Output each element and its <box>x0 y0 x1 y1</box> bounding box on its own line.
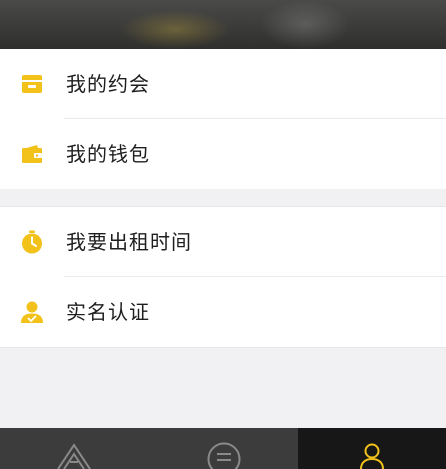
menu-group-account: 我的约会 我的钱包 <box>0 49 446 189</box>
menu-group-services: 我要出租时间 实名认证 <box>0 206 446 348</box>
wallet-icon <box>20 142 44 166</box>
menu-item-my-wallet[interactable]: 我的钱包 <box>0 119 446 189</box>
menu-item-label: 我的约会 <box>66 72 150 96</box>
tab-profile[interactable] <box>298 428 446 469</box>
date-card-icon <box>20 72 44 96</box>
profile-screen: 我的约会 我的钱包 我要出租时间 实名认证 <box>0 0 446 469</box>
menu-item-rent-time[interactable]: 我要出租时间 <box>0 207 446 277</box>
messages-icon <box>207 442 241 469</box>
home-logo-icon <box>57 443 91 469</box>
menu-item-label: 我要出租时间 <box>66 230 192 254</box>
profile-icon <box>360 443 384 469</box>
profile-header-banner <box>0 0 446 49</box>
menu-item-identity-verification[interactable]: 实名认证 <box>0 277 446 347</box>
tab-messages[interactable] <box>149 428 298 469</box>
stopwatch-icon <box>20 230 44 254</box>
banner-highlight-secondary <box>260 0 350 49</box>
bottom-tab-bar <box>0 428 446 469</box>
menu-item-label: 我的钱包 <box>66 142 150 166</box>
verified-user-icon <box>20 300 44 324</box>
tab-home[interactable] <box>0 428 149 469</box>
banner-highlight <box>120 10 230 49</box>
menu-item-label: 实名认证 <box>66 300 150 324</box>
menu-item-my-dates[interactable]: 我的约会 <box>0 49 446 119</box>
